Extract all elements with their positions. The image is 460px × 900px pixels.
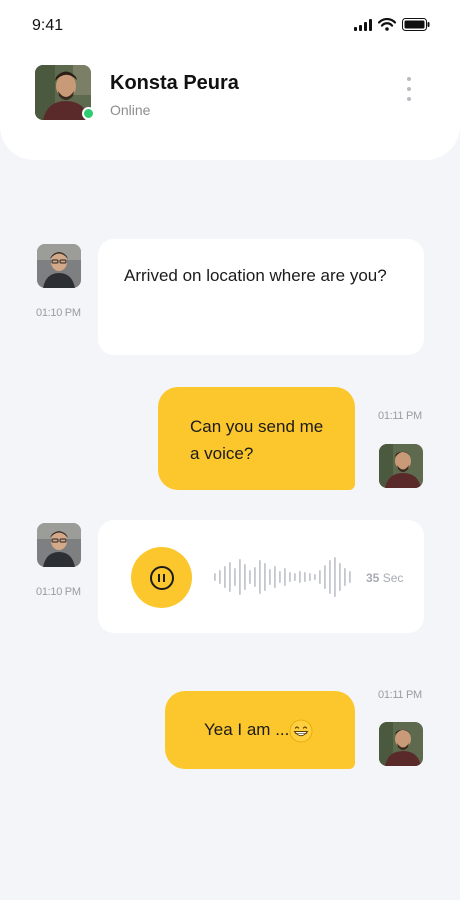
wifi-icon [378,18,396,31]
message-time: 01:10 PM [36,586,81,598]
message-time: 01:11 PM [378,689,422,701]
battery-icon [402,18,430,31]
message-time: 01:11 PM [378,410,422,422]
own-avatar [379,444,423,488]
message-text: Yea I am ... [204,716,313,743]
voice-waveform[interactable] [213,553,353,601]
status-time: 9:41 [32,17,64,34]
pause-button[interactable] [131,547,192,608]
contact-name: Konsta Peura [110,72,239,94]
online-indicator [82,107,95,120]
contact-status: Online [110,102,151,118]
chat-header: 9:41 Konsta Peura Online [0,0,460,160]
more-vertical-icon[interactable] [399,74,419,104]
sender-avatar [37,523,81,567]
own-avatar [379,722,423,766]
voice-duration: 35 Sec [366,571,404,585]
grinning-face-emoji [289,719,313,742]
pause-icon [149,565,174,590]
status-icons [354,18,430,31]
message-time: 01:10 PM [36,307,81,319]
message-text: Arrived on location where are you? [124,266,387,285]
sender-avatar [37,244,81,288]
incoming-message-bubble[interactable] [98,239,424,355]
message-text: Can you send me a voice? [190,417,324,463]
signal-icon [354,18,372,31]
